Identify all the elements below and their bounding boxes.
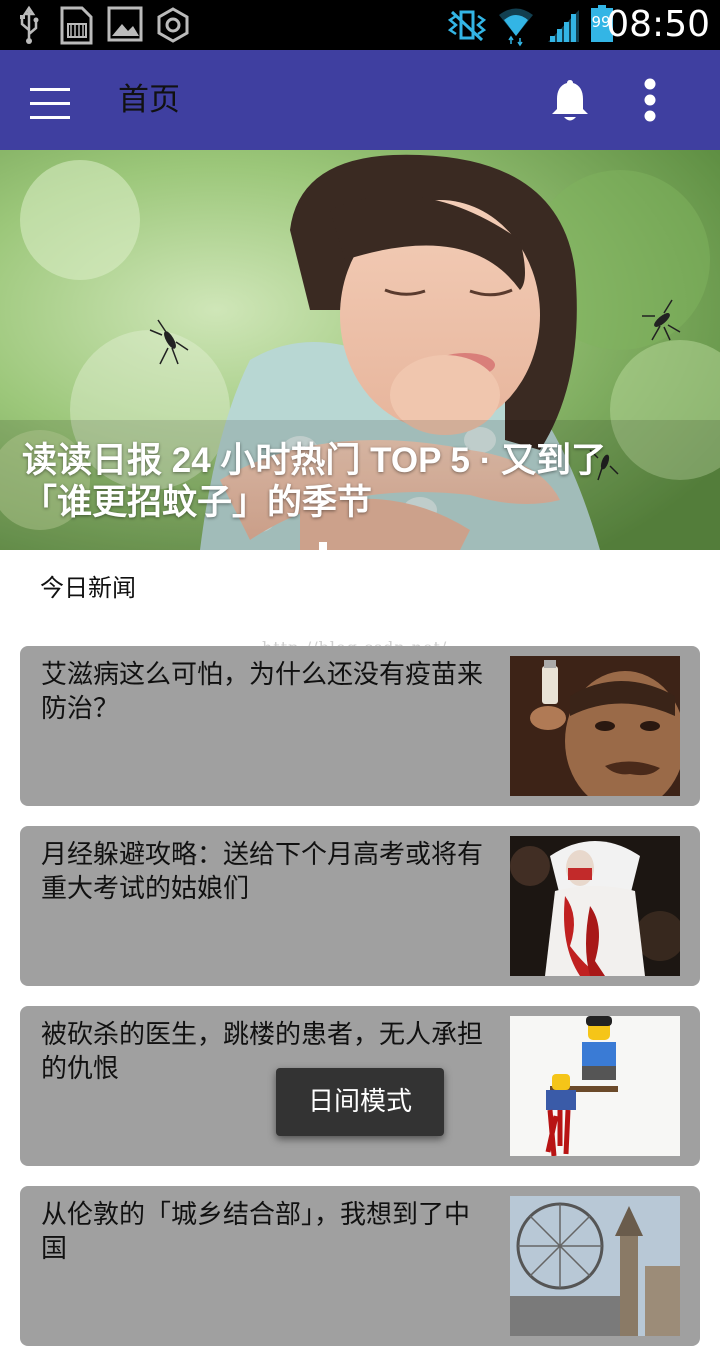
more-vert-icon[interactable] (636, 76, 664, 124)
section-title: 今日新闻 (40, 574, 136, 602)
bell-icon[interactable] (550, 78, 590, 124)
settings-hex-icon (157, 7, 189, 43)
page-title: 首页 (118, 82, 180, 118)
news-title: 月经躲避攻略：送给下个月高考或将有重大考试的姑娘们 (41, 840, 484, 904)
news-item[interactable]: 艾滋病这么可怕，为什么还没有疫苗来防治？ (20, 646, 700, 806)
wifi-icon (499, 8, 533, 47)
image-icon (107, 6, 143, 42)
usb-icon (20, 5, 39, 44)
sd-card-icon (60, 6, 93, 45)
news-item[interactable]: 从伦敦的「城乡结合部」，我想到了中国 (20, 1186, 700, 1346)
pager-indicator (319, 542, 327, 550)
news-item[interactable]: 月经躲避攻略：送给下个月高考或将有重大考试的姑娘们 (20, 826, 700, 986)
status-time: 08:50 (606, 4, 710, 45)
news-thumbnail (510, 1196, 680, 1336)
toolbar: 首页 (0, 50, 720, 150)
toast-message: 日间模式 (276, 1068, 444, 1136)
news-thumbnail (510, 656, 680, 796)
news-title: 艾滋病这么可怕，为什么还没有疫苗来防治？ (41, 660, 484, 724)
news-thumbnail (510, 1016, 680, 1156)
news-thumbnail (510, 836, 680, 976)
menu-icon[interactable] (30, 88, 70, 122)
banner-carousel[interactable]: 读读日报 24 小时热门 TOP 5 · 又到了「谁更招蚊子」的季节 (0, 150, 720, 550)
news-title: 从伦敦的「城乡结合部」，我想到了中国 (41, 1200, 471, 1264)
signal-icon (548, 10, 579, 42)
vibrate-icon (447, 10, 487, 42)
banner-caption: 读读日报 24 小时热门 TOP 5 · 又到了「谁更招蚊子」的季节 (22, 441, 607, 522)
status-bar: 99 08:50 (0, 0, 720, 50)
